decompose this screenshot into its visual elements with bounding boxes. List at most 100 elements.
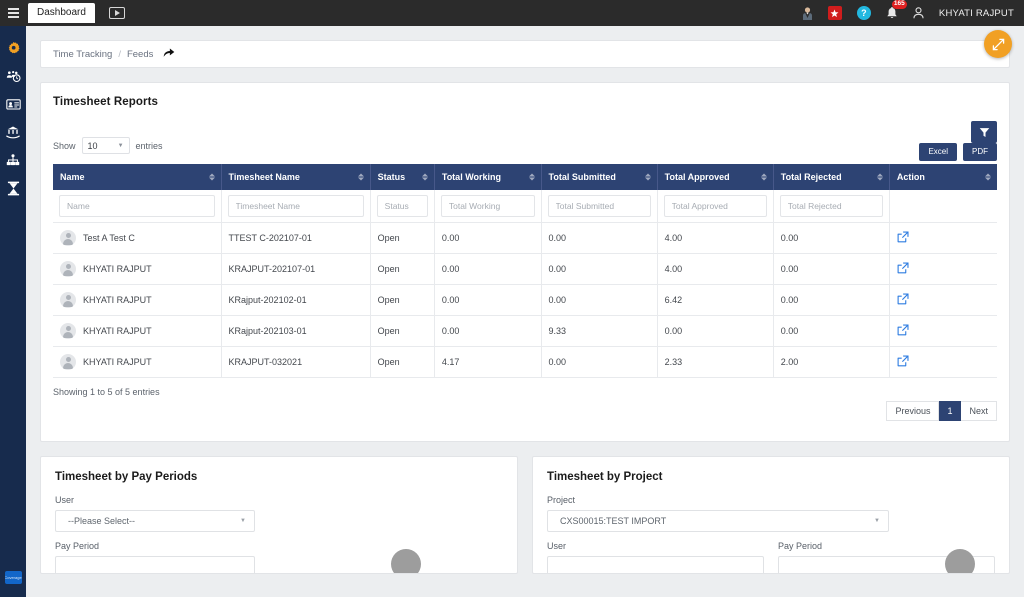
export-excel-button[interactable]: Excel — [919, 143, 957, 161]
filter-cell-timesheet-name — [221, 190, 371, 223]
user-select[interactable] — [547, 556, 764, 573]
sidebar-bottom-button[interactable]: Coverage — [4, 571, 22, 584]
pagination-next[interactable]: Next — [961, 401, 997, 421]
cell-status: Open — [370, 253, 435, 285]
external-link-icon[interactable] — [897, 355, 909, 367]
user-select-value: --Please Select-- — [68, 516, 136, 526]
cell-name: KHYATI RAJPUT — [53, 315, 222, 347]
loading-spinner — [945, 549, 975, 573]
column-header-status[interactable]: Status — [370, 164, 435, 190]
breadcrumb-item-time-tracking[interactable]: Time Tracking — [53, 49, 112, 60]
user-tie-icon[interactable] — [802, 6, 813, 20]
pay-period-select[interactable] — [55, 556, 255, 573]
sort-indicator-icon — [876, 173, 883, 181]
sort-indicator-icon — [528, 173, 535, 181]
card-title: Timesheet by Pay Periods — [55, 471, 198, 483]
notification-bell-icon[interactable]: 165 — [886, 0, 907, 20]
filter-input-total-rejected[interactable] — [779, 195, 883, 217]
cell-action — [889, 346, 997, 378]
row-name-text: KHYATI RAJPUT — [83, 357, 152, 367]
user-field-label: User — [55, 495, 75, 505]
user-field-label: User — [547, 541, 567, 551]
breadcrumb-separator: / — [118, 48, 121, 60]
sidebar-item-user-network[interactable] — [0, 146, 26, 174]
column-label: Action — [896, 172, 925, 182]
cell-total-submitted: 0.00 — [541, 346, 658, 378]
column-label: Total Working — [441, 172, 502, 182]
cell-timesheet-name: KRAJPUT-202107-01 — [221, 253, 371, 285]
pagination: Previous 1 Next — [886, 401, 997, 421]
project-select[interactable]: CXS00015:TEST IMPORT ▼ — [547, 510, 889, 532]
cell-timesheet-name: KRAJPUT-032021 — [221, 346, 371, 378]
tab-dashboard[interactable]: Dashboard — [28, 3, 95, 23]
filter-input-status[interactable] — [376, 195, 428, 217]
funnel-filter-icon — [979, 127, 989, 137]
table-footer: Showing 1 to 5 of 5 entries Previous 1 N… — [53, 387, 997, 429]
filter-input-name[interactable] — [59, 195, 215, 217]
breadcrumb-item-feeds[interactable]: Feeds — [127, 49, 153, 60]
pagination-page-1[interactable]: 1 — [939, 401, 962, 421]
column-header-total-rejected[interactable]: Total Rejected — [773, 164, 890, 190]
timesheet-reports-panel: Timesheet Reports Excel PDF Show 10 ▼ en… — [40, 82, 1010, 442]
pagination-previous[interactable]: Previous — [886, 401, 940, 421]
column-label: Total Submitted — [548, 172, 616, 182]
column-header-total-submitted[interactable]: Total Submitted — [541, 164, 658, 190]
export-pdf-button[interactable]: PDF — [963, 143, 997, 161]
column-header-action[interactable]: Action — [889, 164, 997, 190]
filter-input-total-working[interactable] — [440, 195, 535, 217]
cell-name: KHYATI RAJPUT — [53, 253, 222, 285]
star-icon[interactable] — [827, 6, 842, 20]
help-icon[interactable]: ? — [856, 6, 871, 20]
page-size-select[interactable]: 10 ▼ — [81, 137, 130, 154]
filter-cell-total-submitted — [541, 190, 658, 223]
bank-hand-icon — [6, 126, 20, 139]
sidebar-item-bank-hand[interactable] — [0, 118, 26, 146]
external-link-icon[interactable] — [897, 231, 909, 243]
sort-indicator-icon — [644, 173, 651, 181]
cell-status: Open — [370, 346, 435, 378]
column-header-name[interactable]: Name — [53, 164, 222, 190]
page-size-value: 10 — [87, 140, 98, 151]
filter-input-timesheet-name[interactable] — [227, 195, 364, 217]
top-navbar: Dashboard ? 165 KHYATI RAJPUT — [0, 0, 1024, 26]
filter-input-total-approved[interactable] — [663, 195, 767, 217]
account-icon[interactable] — [913, 7, 924, 19]
project-field-label: Project — [547, 495, 576, 505]
column-header-timesheet-name[interactable]: Timesheet Name — [221, 164, 371, 190]
cell-name: Test A Test C — [53, 222, 222, 254]
share-arrow-icon[interactable] — [163, 47, 175, 61]
hamburger-menu-icon[interactable] — [0, 0, 26, 26]
external-link-icon[interactable] — [897, 262, 909, 274]
sort-indicator-icon — [208, 173, 215, 181]
sidebar-item-team-people[interactable] — [0, 62, 26, 90]
column-header-total-approved[interactable]: Total Approved — [657, 164, 774, 190]
notification-badge: 165 — [891, 0, 907, 9]
expand-resize-button[interactable] — [984, 30, 1012, 58]
cell-total-working: 0.00 — [434, 253, 542, 285]
column-header-total-working[interactable]: Total Working — [434, 164, 542, 190]
video-icon[interactable] — [108, 7, 125, 19]
sidebar-item-hourglass[interactable] — [0, 174, 26, 202]
filter-input-total-submitted[interactable] — [547, 195, 651, 217]
table-row: KHYATI RAJPUT KRajput-202103-01 Open 0.0… — [53, 315, 997, 347]
sidebar-item-id-card[interactable] — [0, 90, 26, 118]
filter-cell-name — [53, 190, 222, 223]
cell-timesheet-name: KRajput-202102-01 — [221, 284, 371, 316]
user-select[interactable]: --Please Select-- ▼ — [55, 510, 255, 532]
row-name-text: KHYATI RAJPUT — [83, 326, 152, 336]
external-link-icon[interactable] — [897, 324, 909, 336]
filter-cell-status — [370, 190, 435, 223]
settings-gear-icon — [8, 41, 20, 53]
external-link-icon[interactable] — [897, 293, 909, 305]
filter-button[interactable] — [971, 121, 997, 143]
sort-indicator-icon — [357, 173, 364, 181]
entries-info: Showing 1 to 5 of 5 entries — [53, 387, 160, 397]
row-name-text: Test A Test C — [83, 233, 135, 243]
sidebar-item-settings-gear[interactable] — [0, 34, 26, 62]
cell-status: Open — [370, 222, 435, 254]
project-select-value: CXS00015:TEST IMPORT — [560, 516, 667, 526]
user-name-label[interactable]: KHYATI RAJPUT — [939, 8, 1014, 19]
show-label: Show — [53, 140, 76, 151]
chevron-down-icon: ▼ — [117, 142, 124, 149]
cell-total-rejected: 2.00 — [773, 346, 890, 378]
